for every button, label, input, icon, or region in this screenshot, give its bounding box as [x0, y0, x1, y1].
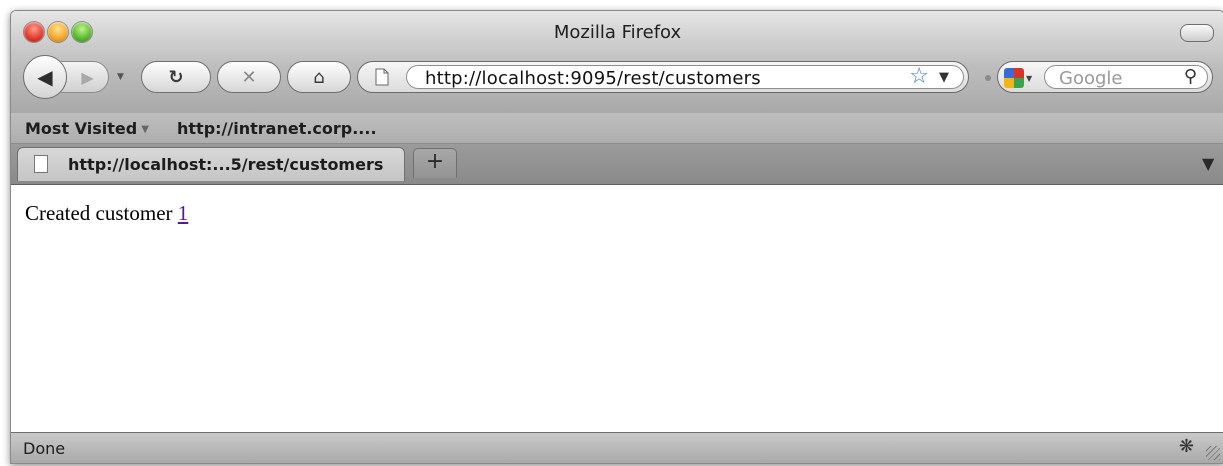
- search-bar: ▼ Google ⚲: [997, 61, 1213, 93]
- back-arrow-icon: ◀: [37, 65, 53, 89]
- google-icon: [1004, 68, 1024, 88]
- status-bar: Done ❋: [11, 432, 1223, 463]
- customer-link[interactable]: 1: [178, 201, 189, 225]
- page-icon: [375, 68, 389, 86]
- new-tab-button[interactable]: +: [413, 148, 457, 178]
- plus-icon: +: [425, 149, 445, 174]
- reload-icon: ↻: [168, 66, 184, 88]
- bookmark-label: http://intranet.corp....: [177, 119, 377, 138]
- toolbar-toggle-button[interactable]: [1180, 24, 1214, 42]
- resize-grip-icon[interactable]: [1206, 446, 1220, 460]
- search-icon[interactable]: ⚲: [1184, 66, 1197, 87]
- page-content: Created customer 1: [11, 185, 1223, 431]
- back-button[interactable]: ◀: [23, 55, 67, 99]
- navigation-toolbar: ▶ ◀ ▼ ↻ ✕ ⌂ http://localhost:9095/rest/c…: [11, 53, 1223, 113]
- url-text: http://localhost:9095/rest/customers: [425, 68, 761, 89]
- bookmark-most-visited[interactable]: Most Visited ▼: [25, 119, 149, 138]
- page-icon: [34, 155, 48, 173]
- bug-icon[interactable]: ❋: [1179, 436, 1194, 457]
- forward-button[interactable]: ▶: [61, 61, 109, 93]
- tab-label: http://localhost:...5/rest/customers: [68, 155, 384, 174]
- bookmarks-toolbar: Most Visited ▼ http://intranet.corp....: [11, 113, 1223, 144]
- bookmark-intranet[interactable]: http://intranet.corp....: [177, 119, 377, 138]
- tab-strip: http://localhost:...5/rest/customers + ▼: [11, 144, 1223, 185]
- page-message: Created customer 1: [25, 201, 188, 226]
- bookmark-star-icon[interactable]: ☆: [909, 64, 929, 89]
- search-engine-button[interactable]: ▼: [1004, 67, 1038, 89]
- stop-icon: ✕: [241, 66, 257, 88]
- title-bar: Mozilla Firefox: [11, 11, 1223, 53]
- chevron-down-icon: ▼: [141, 124, 149, 135]
- message-text: Created customer: [25, 201, 178, 225]
- window-chrome: Mozilla Firefox ▶ ◀ ▼ ↻ ✕ ⌂ http://local…: [11, 11, 1223, 114]
- reload-button[interactable]: ↻: [141, 61, 211, 93]
- url-dropdown-icon[interactable]: ▼: [939, 70, 949, 85]
- search-placeholder: Google: [1059, 68, 1123, 89]
- forward-arrow-icon: ▶: [81, 67, 94, 87]
- browser-window: Mozilla Firefox ▶ ◀ ▼ ↻ ✕ ⌂ http://local…: [10, 10, 1223, 464]
- back-forward-group: ▶ ◀: [23, 55, 111, 99]
- engine-dropdown-icon: ▼: [1026, 73, 1033, 83]
- search-input[interactable]: Google ⚲: [1044, 65, 1208, 89]
- separator-dot: [985, 75, 991, 81]
- location-bar: http://localhost:9095/rest/customers ☆ ▼: [357, 61, 969, 93]
- window-title: Mozilla Firefox: [553, 22, 682, 43]
- home-icon: ⌂: [313, 66, 325, 88]
- home-button[interactable]: ⌂: [287, 61, 351, 93]
- site-identity-button[interactable]: [362, 65, 402, 89]
- status-text: Done: [23, 439, 66, 458]
- tab-customers[interactable]: http://localhost:...5/rest/customers: [17, 147, 405, 181]
- bookmark-label: Most Visited: [25, 119, 138, 138]
- stop-button[interactable]: ✕: [217, 61, 281, 93]
- url-input[interactable]: http://localhost:9095/rest/customers ☆ ▼: [406, 64, 964, 89]
- list-all-tabs-icon[interactable]: ▼: [1202, 154, 1218, 174]
- history-dropdown-icon[interactable]: ▼: [117, 72, 124, 82]
